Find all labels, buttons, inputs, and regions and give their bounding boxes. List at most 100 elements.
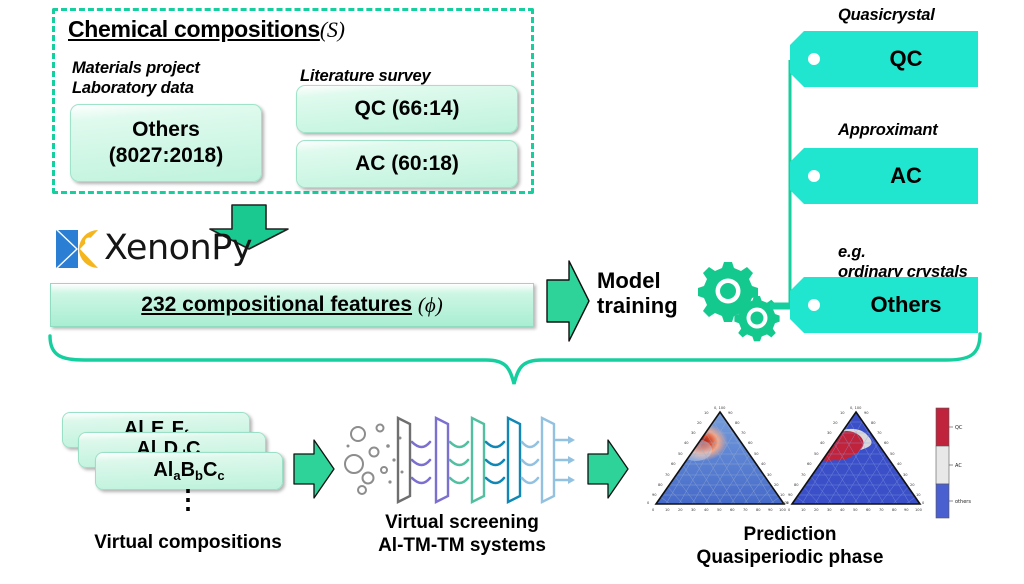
tag-qc[interactable]: QC (790, 31, 978, 87)
tag-ac-label: AC (890, 163, 922, 188)
model-training-label: Model training (597, 268, 678, 318)
card-others-counts: (8027:2018) (108, 144, 224, 167)
svg-text:80: 80 (794, 483, 799, 487)
svg-text:0, 100: 0, 100 (714, 406, 726, 410)
input-section-symbol: (S) (319, 17, 345, 42)
right-arrow-icon-screening (293, 439, 335, 499)
svg-text:80: 80 (871, 421, 876, 425)
svg-text:100: 100 (915, 508, 923, 512)
card-qc-label: QC (66:14) (354, 97, 460, 120)
input-section-title: Chemical compositions(S) (68, 16, 345, 43)
model-training-line1: Model (597, 268, 661, 293)
svg-text:30: 30 (691, 431, 696, 435)
screening-caption: Virtual screening Al-TM-TM systems (340, 512, 584, 558)
svg-text:0: 0 (788, 508, 791, 512)
svg-text:30: 30 (767, 473, 772, 477)
svg-text:100: 100 (782, 501, 790, 505)
svg-text:80: 80 (892, 508, 897, 512)
svg-text:50: 50 (717, 508, 722, 512)
svg-text:40: 40 (897, 462, 902, 466)
svg-text:80: 80 (735, 421, 740, 425)
card-others-label: Others (132, 118, 200, 142)
source-label-literature: Literature survey (300, 67, 431, 85)
svg-text:80: 80 (658, 483, 663, 487)
features-symbol: (ϕ) (417, 292, 443, 317)
svg-text:60: 60 (671, 462, 676, 466)
card-others[interactable]: Others (8027:2018) (70, 104, 262, 182)
model-training-line2: training (597, 293, 678, 319)
screening-caption-line2: Al-TM-TM systems (378, 534, 546, 556)
svg-text:40: 40 (684, 441, 689, 445)
prediction-caption-line1: Prediction (743, 524, 837, 545)
svg-text:20: 20 (774, 483, 779, 487)
tag-ac[interactable]: AC (790, 148, 978, 204)
svg-text:10: 10 (801, 508, 806, 512)
svg-text:10: 10 (916, 493, 921, 497)
svg-text:60: 60 (807, 462, 812, 466)
svg-text:50: 50 (814, 452, 819, 456)
svg-text:70: 70 (741, 431, 746, 435)
svg-text:90: 90 (728, 411, 733, 415)
svg-text:30: 30 (827, 508, 832, 512)
xenonpy-logo-icon (56, 230, 98, 268)
svg-text:70: 70 (665, 473, 670, 477)
ternary-probability-heatmap: 0, 100 0 10 20 30 40 50 60 70 80 90 100 0 90 80 7… (647, 406, 789, 512)
svg-text:70: 70 (877, 431, 882, 435)
colorbar-label-others: others (955, 499, 971, 505)
svg-text:10: 10 (704, 411, 709, 415)
svg-text:90: 90 (788, 493, 793, 497)
svg-text:10: 10 (840, 411, 845, 415)
svg-text:0, 100: 0, 100 (850, 406, 862, 410)
svg-text:90: 90 (768, 508, 773, 512)
svg-text:20: 20 (697, 421, 702, 425)
svg-text:40: 40 (761, 462, 766, 466)
figure-canvas: Chemical compositions(S) Materials proje… (0, 0, 1024, 584)
vertical-ellipsis: ⋮ (175, 484, 201, 514)
svg-text:90: 90 (864, 411, 869, 415)
svg-text:50: 50 (754, 452, 759, 456)
svg-text:70: 70 (879, 508, 884, 512)
svg-text:0: 0 (922, 501, 925, 505)
class-colorbar: QC AC others (935, 407, 971, 519)
colorbar-label-ac: AC (955, 463, 962, 469)
features-bar: 232 compositional features (ϕ) (50, 283, 534, 327)
svg-text:10: 10 (665, 508, 670, 512)
tag-caption-qc: Quasicrystal (838, 6, 935, 24)
svg-text:40: 40 (840, 508, 845, 512)
card-qc[interactable]: QC (66:14) (296, 85, 518, 133)
svg-text:40: 40 (704, 508, 709, 512)
input-section-title-text: Chemical compositions (68, 16, 320, 42)
ternary-classified-regions: 0, 100 0 10 20 30 40 50 60 70 80 90 100 1009080… (782, 406, 925, 512)
svg-text:20: 20 (814, 508, 819, 512)
svg-text:30: 30 (903, 473, 908, 477)
svg-text:80: 80 (756, 508, 761, 512)
svg-text:20: 20 (910, 483, 915, 487)
virtual-compositions-caption: Virtual compositions (94, 532, 282, 553)
svg-text:50: 50 (678, 452, 683, 456)
svg-text:20: 20 (678, 508, 683, 512)
tag-others-label: Others (870, 292, 942, 317)
right-arrow-icon-prediction (587, 439, 629, 499)
svg-text:50: 50 (890, 452, 895, 456)
svg-text:90: 90 (652, 493, 657, 497)
source-label-materials: Materials project Laboratory data (72, 59, 200, 98)
prediction-caption-line2: Quasiperiodic phase (696, 546, 884, 568)
svg-text:30: 30 (691, 508, 696, 512)
prediction-caption: Prediction Quasiperiodic phase (640, 524, 940, 570)
svg-text:60: 60 (866, 508, 871, 512)
svg-text:60: 60 (748, 441, 753, 445)
card-ac[interactable]: AC (60:18) (296, 140, 518, 188)
feedback-brace-connector (48, 332, 982, 385)
svg-text:0: 0 (652, 508, 655, 512)
tag-others[interactable]: Others (790, 277, 978, 333)
svg-text:40: 40 (820, 441, 825, 445)
neural-screening-icon (344, 416, 575, 504)
svg-text:60: 60 (884, 441, 889, 445)
colorbar-label-qc: QC (955, 425, 963, 431)
svg-text:60: 60 (730, 508, 735, 512)
vc3-formula: AlaBbCc (153, 459, 225, 483)
svg-text:90: 90 (904, 508, 909, 512)
screening-caption-line1: Virtual screening (385, 512, 539, 533)
svg-text:30: 30 (827, 431, 832, 435)
tag-caption-ac: Approximant (838, 121, 938, 139)
